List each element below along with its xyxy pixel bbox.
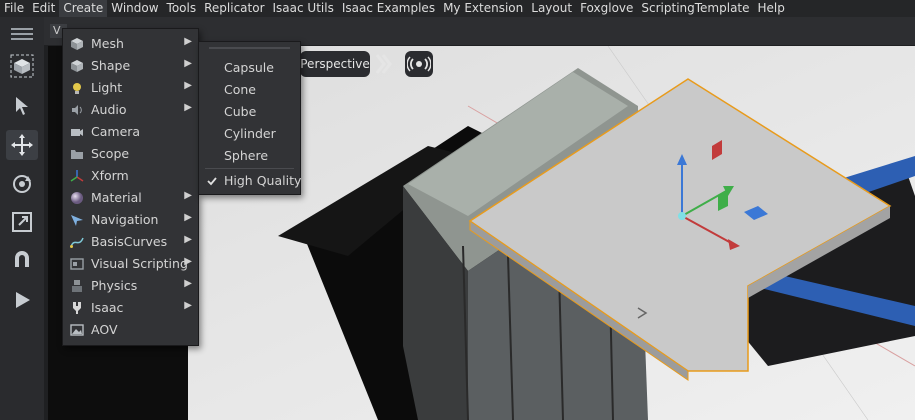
pointer-icon[interactable]	[6, 91, 38, 121]
shape-item-cube[interactable]: Cube	[199, 101, 300, 123]
shape-item-sphere[interactable]: Sphere	[199, 145, 300, 167]
aov-icon	[70, 323, 84, 337]
create-menu-item-basiscurves[interactable]: BasisCurves ▶	[63, 231, 198, 253]
menu-item-label: BasisCurves	[91, 234, 168, 249]
shape-item-capsule[interactable]: Capsule	[199, 57, 300, 79]
physics-icon	[70, 279, 84, 293]
move-tool-icon[interactable]	[6, 130, 38, 160]
mesh-icon	[70, 37, 84, 51]
create-menu: Mesh ▶ Shape ▶ Light ▶ Audio ▶ Camera Scope Xform M…	[62, 28, 199, 346]
menu-item-label: Physics	[91, 278, 138, 293]
menu-scriptingtemplate[interactable]: ScriptingTemplate	[637, 0, 753, 17]
shape-item-cone[interactable]: Cone	[199, 79, 300, 101]
chevron-right-icon: ▶	[184, 300, 192, 311]
play-icon[interactable]	[6, 285, 38, 315]
checkmark-icon	[205, 174, 219, 188]
audio-icon	[70, 103, 84, 117]
menu-item-label: Audio	[91, 102, 127, 117]
visual-scripting-icon	[70, 257, 84, 271]
hamburger-icon[interactable]	[6, 25, 38, 43]
submenu-top-divider	[209, 47, 290, 49]
create-menu-item-physics[interactable]: Physics ▶	[63, 275, 198, 297]
menu-help[interactable]: Help	[754, 0, 789, 17]
create-menu-item-aov[interactable]: AOV	[63, 319, 198, 341]
shape-submenu: Capsule Cone Cube Cylinder Sphere High Qualit…	[198, 41, 301, 195]
menu-file[interactable]: File	[0, 0, 28, 17]
menu-item-label: Navigation	[91, 212, 159, 227]
chevron-right-icon: ▶	[184, 234, 192, 245]
menu-item-label: Cube	[224, 104, 257, 119]
menu-my-extension[interactable]: My Extension	[439, 0, 527, 17]
menu-item-label: Cylinder	[224, 126, 276, 141]
chevron-right-icon: ▶	[184, 256, 192, 267]
create-menu-item-navigation[interactable]: Navigation ▶	[63, 209, 198, 231]
light-icon	[70, 81, 84, 95]
menu-window[interactable]: Window	[107, 0, 162, 17]
create-menu-item-scope[interactable]: Scope	[63, 143, 198, 165]
broadcast-icon[interactable]	[405, 51, 433, 77]
create-menu-item-visual-scripting[interactable]: Visual Scripting ▶	[63, 253, 198, 275]
menu-item-label: Shape	[91, 58, 131, 73]
menu-item-label: Camera	[91, 124, 141, 139]
menu-item-label: AOV	[91, 322, 118, 337]
chevron-right-icon: ▶	[184, 80, 192, 91]
menu-item-label: Capsule	[224, 60, 274, 75]
left-toolbar	[0, 17, 44, 420]
create-menu-item-audio[interactable]: Audio ▶	[63, 99, 198, 121]
menu-bar: File Edit Create Window Tools Replicator Isaac…	[0, 0, 915, 17]
chevron-right-icon: ▶	[184, 212, 192, 223]
rotate-tool-icon[interactable]	[6, 169, 38, 199]
menu-replicator[interactable]: Replicator	[200, 0, 268, 17]
menu-isaac-examples[interactable]: Isaac Examples	[338, 0, 439, 17]
chevron-right-icon[interactable]	[372, 51, 394, 77]
menu-item-label: Scope	[91, 146, 130, 161]
chevron-right-icon: ▶	[184, 190, 192, 201]
menu-foxglove[interactable]: Foxglove	[576, 0, 637, 17]
create-menu-item-xform[interactable]: Xform	[63, 165, 198, 187]
menu-tools[interactable]: Tools	[163, 0, 201, 17]
menu-item-label: Sphere	[224, 148, 269, 163]
menu-item-label: High Quality	[224, 173, 302, 188]
menu-item-label: Cone	[224, 82, 256, 97]
material-icon	[70, 191, 84, 205]
menu-item-label: Visual Scripting	[91, 256, 188, 271]
create-menu-item-material[interactable]: Material ▶	[63, 187, 198, 209]
chevron-right-icon: ▶	[184, 102, 192, 113]
chevron-right-icon: ▶	[184, 278, 192, 289]
xform-icon	[70, 169, 84, 183]
high-quality-toggle[interactable]: High Quality	[199, 170, 302, 192]
create-menu-item-light[interactable]: Light ▶	[63, 77, 198, 99]
menu-item-label: Mesh	[91, 36, 124, 51]
snap-magnet-icon[interactable]	[6, 245, 38, 275]
submenu-divider	[205, 168, 294, 169]
menu-item-label: Isaac	[91, 300, 124, 315]
camera-perspective-button[interactable]: Perspective	[300, 51, 370, 77]
shape-item-cylinder[interactable]: Cylinder	[199, 123, 300, 145]
menu-edit[interactable]: Edit	[28, 0, 59, 17]
scale-tool-icon[interactable]	[6, 207, 38, 237]
menu-isaac-utils[interactable]: Isaac Utils	[269, 0, 338, 17]
menu-item-label: Xform	[91, 168, 129, 183]
create-menu-item-shape[interactable]: Shape ▶	[63, 55, 198, 77]
isaac-icon	[70, 301, 84, 315]
navigation-icon	[70, 213, 84, 227]
chevron-right-icon: ▶	[184, 36, 192, 47]
camera-icon	[70, 125, 84, 139]
select-mode-icon[interactable]	[6, 51, 38, 81]
scope-icon	[70, 147, 84, 161]
menu-item-label: Material	[91, 190, 142, 205]
basis-curves-icon	[70, 235, 84, 249]
create-menu-item-isaac[interactable]: Isaac ▶	[63, 297, 198, 319]
menu-create[interactable]: Create	[59, 0, 108, 17]
create-menu-item-mesh[interactable]: Mesh ▶	[63, 33, 198, 55]
menu-layout[interactable]: Layout	[527, 0, 576, 17]
menu-item-label: Light	[91, 80, 123, 95]
create-menu-item-camera[interactable]: Camera	[63, 121, 198, 143]
chevron-right-icon: ▶	[184, 58, 192, 69]
shape-icon	[70, 59, 84, 73]
